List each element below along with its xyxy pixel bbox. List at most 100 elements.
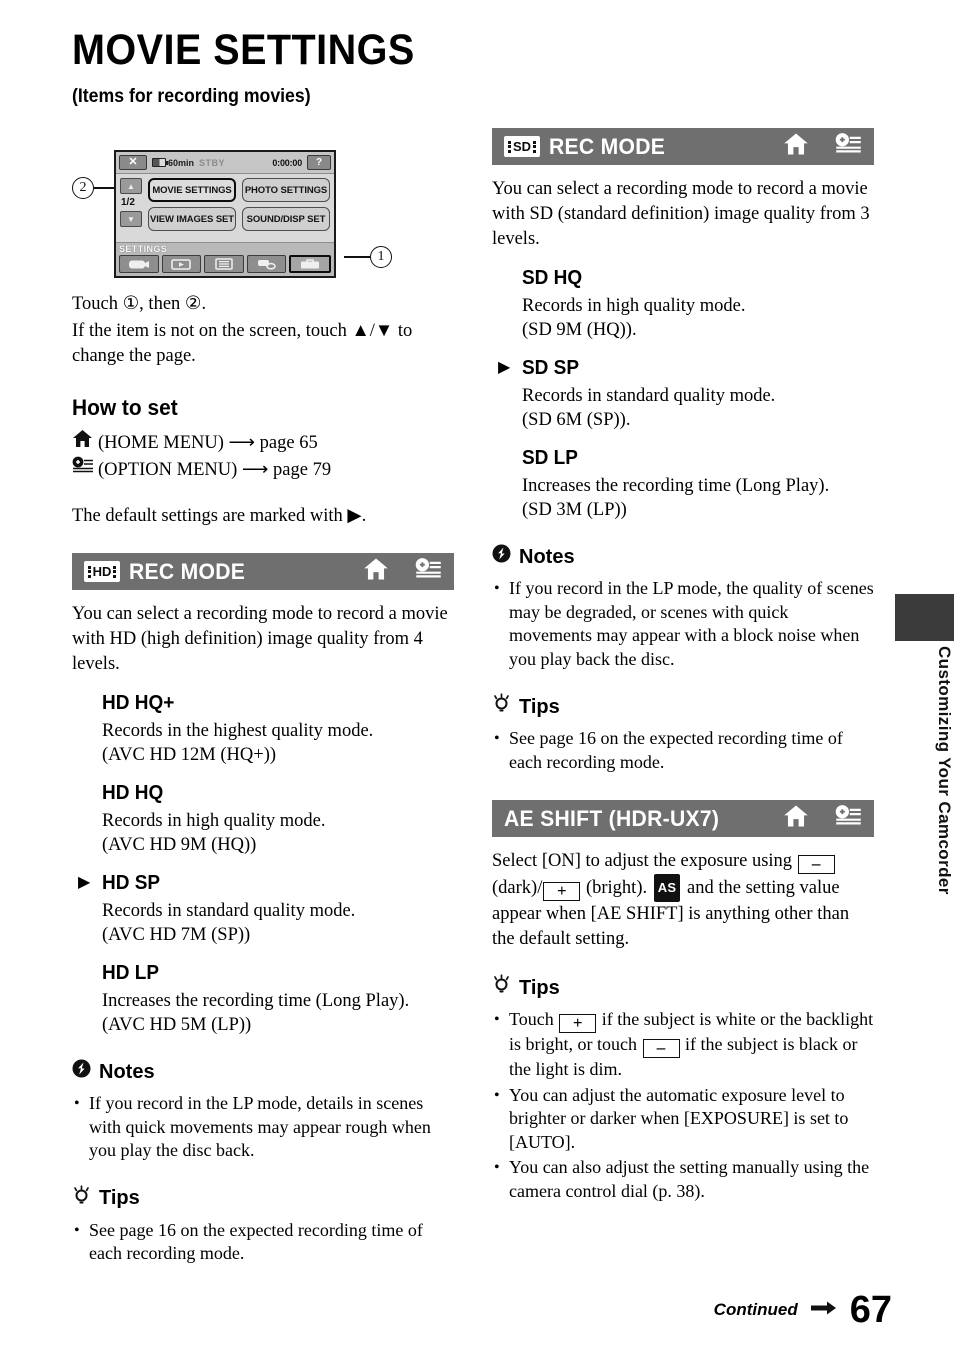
mode-name: HD SP xyxy=(102,872,161,894)
battery-icon xyxy=(152,158,168,167)
mode-description: Records in high quality mode. xyxy=(102,811,326,831)
help-button[interactable]: ? xyxy=(307,155,331,170)
page-title: MOVIE SETTINGS xyxy=(72,26,415,74)
notes-label: Notes xyxy=(99,1061,155,1083)
lcd-status-bar: ✕ 60min STBY 0:00:00 ? xyxy=(116,152,334,174)
right-column: SD REC MODE You can select a recording m… xyxy=(492,128,874,1205)
home-icon xyxy=(72,429,96,456)
section-menu-icons xyxy=(783,804,862,833)
section-header-ae-shift: AE SHIFT (HDR-UX7) xyxy=(492,800,874,837)
list-icon[interactable] xyxy=(204,255,244,273)
mode-description: Increases the recording time (Long Play)… xyxy=(522,476,830,496)
arrow-right-icon xyxy=(810,1300,837,1321)
mode-spec: (AVC HD 12M (HQ+)) xyxy=(102,745,277,765)
default-marker-icon: ▶ xyxy=(498,359,511,376)
tips-heading: Tips xyxy=(72,1184,454,1213)
tips-lightbulb-icon xyxy=(492,974,511,1002)
callout-one: 1 xyxy=(370,246,392,268)
page-change-hint: If the item is not on the screen, touch … xyxy=(72,321,413,366)
minus-key-icon: – xyxy=(642,1039,680,1058)
home-icon xyxy=(363,557,389,586)
option-menu-icon xyxy=(72,456,96,483)
minus-key-icon: – xyxy=(797,855,835,874)
section-title: REC MODE xyxy=(129,558,246,584)
page-number: 67 xyxy=(849,1289,892,1331)
mode-entry: HD HQ Records in high quality mode. (AVC… xyxy=(72,781,454,857)
lcd-menu-grid: MOVIE SETTINGS PHOTO SETTINGS VIEW IMAGE… xyxy=(148,178,330,231)
tips-lightbulb-icon xyxy=(492,693,511,721)
list-item: If you record in the LP mode, details in… xyxy=(72,1092,454,1163)
mode-description: Increases the recording time (Long Play)… xyxy=(102,991,410,1011)
menu-item-sound-disp-set[interactable]: SOUND/DISP SET xyxy=(242,207,330,231)
playback-icon[interactable] xyxy=(161,255,202,273)
menu-item-movie-settings[interactable]: MOVIE SETTINGS xyxy=(148,178,236,202)
continued-label: Continued xyxy=(713,1300,798,1319)
hd-badge-label: HD xyxy=(92,564,112,579)
category-label: SETTINGS xyxy=(119,244,168,254)
notes-warning-icon xyxy=(492,544,511,571)
home-icon xyxy=(783,804,809,833)
section-header-sd-rec-mode: SD REC MODE xyxy=(492,128,874,165)
notes-heading: Notes xyxy=(72,1059,454,1086)
film-perforations-right xyxy=(113,565,117,578)
option-menu-reference: (OPTION MENU) ⟶ page 79 xyxy=(72,456,454,483)
manage-media-icon[interactable] xyxy=(289,255,331,273)
mode-name: HD HQ+ xyxy=(102,692,175,714)
intro-instructions: Touch ①, then ②. If the item is not on t… xyxy=(72,292,454,369)
close-icon[interactable]: ✕ xyxy=(119,155,147,170)
how-to-set-heading: How to set xyxy=(72,395,178,420)
mode-name: HD LP xyxy=(102,962,159,984)
list-item: If you record in the LP mode, the qualit… xyxy=(492,577,874,671)
page-subtitle: (Items for recording movies) xyxy=(72,86,311,107)
option-menu-icon xyxy=(415,557,442,586)
list-item: You can adjust the automatic exposure le… xyxy=(492,1084,874,1155)
sd-format-badge: SD xyxy=(504,136,540,157)
section-intro: You can select a recording mode to recor… xyxy=(492,179,870,249)
mode-description: Records in standard quality mode. xyxy=(102,901,356,921)
mode-name: SD SP xyxy=(522,357,580,379)
battery-time: 60min xyxy=(168,157,195,168)
chapter-tab-marker xyxy=(895,594,954,641)
mode-spec: (SD 6M (SP)). xyxy=(522,410,631,430)
left-column: 2 1 ✕ 60min STBY 0:00:00 ? ▲ 1/2 ▼ MOVIE… xyxy=(72,128,454,1268)
list-item: See page 16 on the expected recording ti… xyxy=(492,727,874,774)
menu-item-view-images-set[interactable]: VIEW IMAGES SET xyxy=(148,207,236,231)
scroll-down-button[interactable]: ▼ xyxy=(120,211,142,227)
menu-item-photo-settings[interactable]: PHOTO SETTINGS xyxy=(242,178,330,202)
list-item: See page 16 on the expected recording ti… xyxy=(72,1219,454,1266)
scroll-up-button[interactable]: ▲ xyxy=(120,178,142,194)
lcd-screen: ✕ 60min STBY 0:00:00 ? ▲ 1/2 ▼ MOVIE SET… xyxy=(114,150,336,278)
film-perforations-right xyxy=(533,140,537,153)
battery-status: 60min xyxy=(152,158,194,168)
section-intro: You can select a recording mode to recor… xyxy=(72,604,448,674)
ae-shift-description: Select [ON] to adjust the exposure using… xyxy=(492,849,874,952)
default-marker-icon: ▶ xyxy=(78,874,91,891)
option-menu-icon xyxy=(835,132,862,161)
home-icon xyxy=(783,132,809,161)
tips-lightbulb-icon xyxy=(72,1184,91,1213)
list-item: Touch + if the subject is white or the b… xyxy=(492,1008,874,1082)
section-sd-rec-mode-body: You can select a recording mode to recor… xyxy=(492,177,874,774)
lcd-category-bar: SETTINGS xyxy=(116,242,334,276)
section-menu-icons xyxy=(783,132,862,161)
mode-entry: ▶ SD SP Records in standard quality mode… xyxy=(492,356,874,432)
section-header-hd-rec-mode: HD REC MODE xyxy=(72,553,454,590)
sd-badge-label: SD xyxy=(512,139,532,154)
notes-list: If you record in the LP mode, details in… xyxy=(72,1092,454,1163)
camera-icon[interactable] xyxy=(119,255,159,273)
ae-shift-text-3: (bright). xyxy=(585,878,648,898)
mode-entry: ▶ HD SP Records in standard quality mode… xyxy=(72,871,454,947)
section-hd-rec-mode-body: You can select a recording mode to recor… xyxy=(72,602,454,1266)
tips-list: See page 16 on the expected recording ti… xyxy=(72,1219,454,1266)
others-icon[interactable] xyxy=(246,255,287,273)
mode-entry: HD HQ+ Records in the highest quality mo… xyxy=(72,691,454,767)
timecode: 0:00:00 xyxy=(272,157,302,168)
option-menu-text: (OPTION MENU) ⟶ page 79 xyxy=(98,459,332,480)
record-status: STBY xyxy=(199,157,226,168)
section-ae-shift-body: Select [ON] to adjust the exposure using… xyxy=(492,849,874,1203)
page-footer: Continued 67 xyxy=(714,1291,892,1329)
mode-name: SD HQ xyxy=(522,267,583,289)
as-indicator-icon: AS xyxy=(653,874,681,902)
mode-description: Records in high quality mode. xyxy=(522,296,746,316)
tips-label: Tips xyxy=(519,695,560,718)
